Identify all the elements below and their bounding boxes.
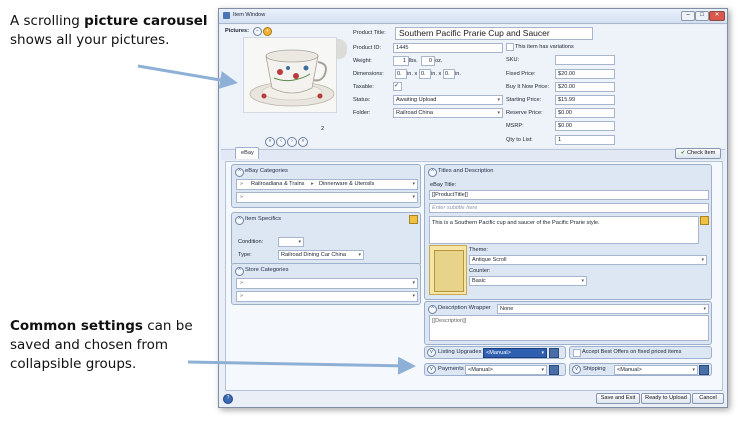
arrow-to-settings	[187, 356, 416, 375]
arrow-to-carousel	[137, 64, 238, 89]
callout-arrows	[137, 64, 416, 375]
